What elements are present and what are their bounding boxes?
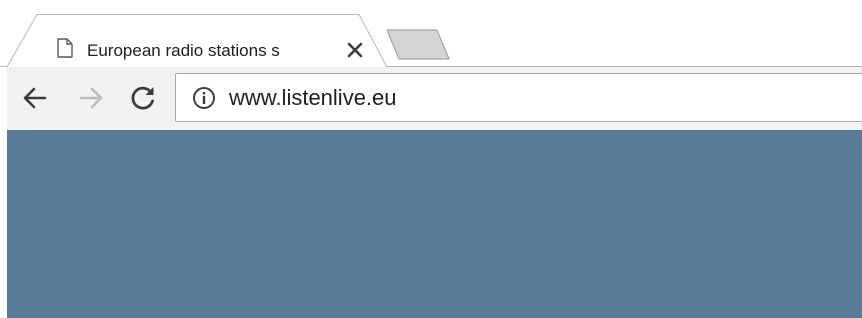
close-icon[interactable] xyxy=(345,40,365,60)
tab-active[interactable]: European radio stations s xyxy=(7,14,387,68)
forward-arrow-icon[interactable] xyxy=(77,84,105,112)
page-content xyxy=(7,130,862,318)
browser-window: European radio stations s www.listenlive… xyxy=(0,0,862,318)
page-icon xyxy=(57,38,73,58)
reload-icon[interactable] xyxy=(129,84,157,112)
tab-strip: European radio stations s xyxy=(0,0,862,68)
url-text: www.listenlive.eu xyxy=(229,85,397,110)
back-arrow-icon[interactable] xyxy=(21,84,49,112)
address-bar[interactable]: www.listenlive.eu xyxy=(175,73,862,122)
new-tab-button[interactable] xyxy=(385,28,451,62)
toolbar: www.listenlive.eu xyxy=(7,67,862,130)
tab-title: European radio stations s xyxy=(87,41,280,60)
info-icon[interactable] xyxy=(192,86,216,110)
